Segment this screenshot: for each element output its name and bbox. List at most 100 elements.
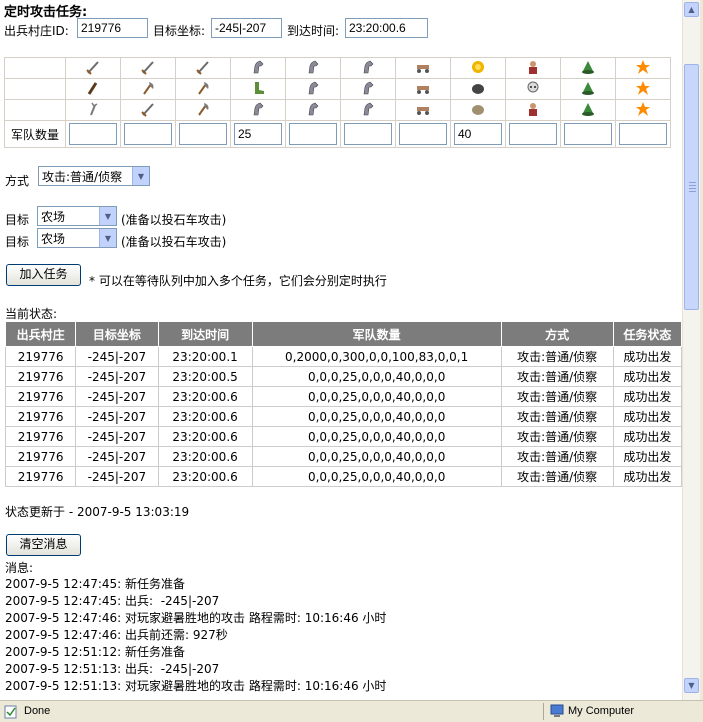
status-cell: -245|-207 (75, 346, 159, 367)
table-row: 219776 -245|-207 23:20:00.6 0,0,0,25,0,0,0,… (4, 466, 682, 487)
arrival-time-input[interactable] (345, 18, 428, 38)
troop-count-input[interactable] (399, 123, 447, 145)
unit-icon-cell (230, 57, 286, 79)
star-icon (636, 101, 650, 116)
target-1-select[interactable]: 农场 ▼ (37, 206, 117, 226)
unit-icon-cell (65, 57, 121, 79)
troop-count-cell (560, 120, 616, 148)
current-status-label: 当前状态: (5, 307, 58, 321)
unit-icon-cell (450, 57, 506, 79)
status-done-text: Done (24, 705, 51, 717)
messages-label: 消息: (5, 561, 34, 575)
scroll-up-button[interactable]: ▲ (684, 2, 699, 17)
my-computer-icon (550, 704, 564, 717)
unit-icon-cell (65, 99, 121, 121)
status-cell: 219776 (4, 386, 77, 407)
horse-icon (253, 60, 264, 73)
status-cell: 23:20:00.6 (157, 406, 253, 427)
chief-icon (529, 60, 537, 74)
status-cell: 23:20:00.1 (157, 346, 253, 367)
star-icon (636, 80, 650, 95)
table-row: 219776 -245|-207 23:20:00.5 0,0,0,25,0,0,0,… (4, 366, 682, 387)
status-cell: 攻击:普通/侦察 (500, 386, 614, 407)
unit-icon-cell (505, 78, 561, 100)
arrival-label: 到达时间: (287, 24, 340, 38)
stone-icon (472, 83, 484, 94)
scroll-down-button[interactable]: ▼ (684, 678, 699, 693)
troop-count-input[interactable] (234, 123, 282, 145)
horse-icon (308, 60, 319, 73)
unit-icon-cell (340, 99, 396, 121)
troop-count-input[interactable] (509, 123, 557, 145)
troop-count-input[interactable] (124, 123, 172, 145)
chief-icon (529, 102, 537, 116)
status-cell: 成功出发 (612, 466, 682, 487)
horse-icon (363, 81, 374, 94)
club-icon (87, 81, 98, 95)
add-task-button[interactable]: 加入任务 (6, 264, 81, 286)
pot-icon (582, 60, 594, 74)
village-label: 出兵村庄ID: (4, 24, 69, 38)
troop-count-input[interactable] (344, 123, 392, 145)
message-line: 2007-9-5 12:51:13: 出兵: -245|-207 (5, 662, 220, 676)
troop-count-input[interactable] (564, 123, 612, 145)
troop-count-cell (175, 120, 231, 148)
status-cell: 攻击:普通/侦察 (500, 466, 614, 487)
zone-text: My Computer (568, 705, 635, 717)
page-done-icon (4, 705, 17, 719)
status-cell: 0,2000,0,300,0,0,100,83,0,0,1 (251, 346, 502, 367)
status-cell: 0,0,0,25,0,0,0,40,0,0,0 (251, 446, 502, 467)
sword-icon (196, 60, 209, 75)
unit-icon-cell (615, 78, 671, 100)
status-cell: 219776 (4, 466, 77, 487)
unit-table: 军队数量 (4, 57, 671, 148)
ghost-icon (527, 81, 539, 92)
scrollbar-thumb[interactable] (684, 64, 699, 310)
unit-row-spacer (4, 57, 66, 79)
status-cell: 攻击:普通/侦察 (500, 346, 614, 367)
status-table: 出兵村庄 目标坐标 到达时间 军队数量 方式 任务状态 219776 -245|-207 23… (4, 321, 682, 487)
village-id-input[interactable] (77, 18, 148, 38)
status-cell: 攻击:普通/侦察 (500, 406, 614, 427)
vertical-scrollbar[interactable]: ▲ ▼ (682, 0, 700, 700)
axe-icon (198, 102, 209, 116)
troop-count-cell (120, 120, 176, 148)
sun-icon (472, 60, 484, 73)
unit-icon-cell (450, 78, 506, 100)
add-task-note: * 可以在等待队列中加入多个任务，它们会分别定时执行 (89, 274, 387, 288)
unit-icon-cell (175, 99, 231, 121)
unit-icon-cell (395, 99, 451, 121)
ram-icon (417, 85, 429, 94)
troop-count-input[interactable] (179, 123, 227, 145)
troop-count-input[interactable] (69, 123, 117, 145)
status-cell: 219776 (4, 346, 77, 367)
status-cell: 0,0,0,25,0,0,0,40,0,0,0 (251, 386, 502, 407)
status-cell: 成功出发 (612, 366, 682, 387)
horse-icon (363, 102, 374, 115)
message-line: 2007-9-5 12:47:45: 新任务准备 (5, 577, 186, 591)
status-cell: 23:20:00.6 (157, 446, 253, 467)
target-2-select[interactable]: 农场 ▼ (37, 228, 117, 248)
clear-messages-button[interactable]: 清空消息 (6, 534, 81, 556)
troop-count-input[interactable] (619, 123, 667, 145)
troop-count-input[interactable] (454, 123, 502, 145)
target-2-select-value: 农场 (41, 232, 66, 246)
page-content: 定时攻击任务: 出兵村庄ID: 目标坐标: 到达时间: 军队数量 方式 攻击:普… (0, 0, 682, 700)
status-cell: 23:20:00.5 (157, 366, 253, 387)
sword-icon (86, 60, 99, 75)
status-cell: 219776 (4, 426, 77, 447)
target-coord-input[interactable] (211, 18, 282, 38)
troop-count-input[interactable] (289, 123, 337, 145)
table-row: 219776 -245|-207 23:20:00.6 0,0,0,25,0,0,0,… (4, 386, 682, 407)
unit-icon-cell (175, 57, 231, 79)
status-cell: 成功出发 (612, 386, 682, 407)
unit-icon-cell (560, 78, 616, 100)
message-line: 2007-9-5 12:51:12: 新任务准备 (5, 645, 186, 659)
unit-icon-cell (395, 57, 451, 79)
troop-count-cell (505, 120, 561, 148)
unit-icon-cell (505, 57, 561, 79)
unit-icon-cell (120, 57, 176, 79)
target-label: 目标坐标: (153, 24, 206, 38)
mode-select[interactable]: 攻击:普通/侦察 ▼ (38, 166, 150, 186)
horse-icon (308, 81, 319, 94)
